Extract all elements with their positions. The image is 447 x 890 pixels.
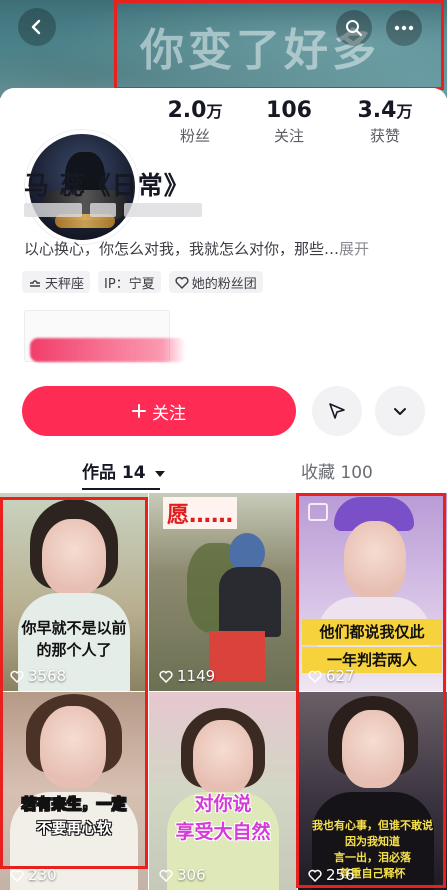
tag-ip-location: IP：宁夏 — [98, 271, 161, 293]
stat-following[interactable]: 106 关注 — [254, 98, 324, 146]
video-caption: 对你说 享受大自然 — [149, 790, 297, 846]
follow-button[interactable]: 关注 — [22, 386, 296, 436]
video-caption: 愿…… — [163, 497, 238, 529]
stat-label: 获赞 — [369, 127, 400, 145]
thumbnail-box — [209, 631, 265, 681]
bio-expand-link[interactable]: 展开 — [339, 240, 369, 258]
stat-value: 106 — [266, 98, 312, 123]
caret-down-icon — [154, 471, 165, 477]
highlight-box-right-column — [296, 493, 446, 888]
thumbnail-face — [193, 720, 253, 794]
follow-label: 关注 — [152, 403, 186, 424]
redacted-highlight — [30, 338, 186, 362]
tab-works[interactable]: 作品 14 — [82, 458, 165, 483]
profile-name: 马 蕊《日常》 — [24, 171, 190, 200]
search-icon — [346, 20, 362, 36]
tag-label: 她的粉丝团 — [191, 276, 257, 292]
more-button[interactable] — [386, 10, 422, 46]
like-count: 1149 — [159, 667, 215, 685]
like-count-value: 306 — [177, 866, 206, 884]
video-tile[interactable]: 愿…… 1149 — [149, 493, 297, 691]
stat-value: 2.0 — [167, 98, 207, 123]
stat-followers[interactable]: 2.0万 粉丝 — [160, 98, 230, 146]
plus-icon — [132, 404, 146, 418]
libra-icon — [30, 280, 40, 287]
tab-works-label: 作品 14 — [82, 463, 146, 483]
bio-text[interactable]: 以心换心，你怎么对我，我就怎么对你，那些…展开 — [24, 238, 369, 259]
bio-content: 以心换心，你怎么对我，我就怎么对你，那些… — [24, 240, 340, 258]
back-button[interactable] — [18, 8, 56, 46]
video-grid: 你早就不是以前 的那个人了 3568 愿…… 1149 他们都说我仅此 一年判若… — [0, 493, 447, 890]
heart-outline-icon — [175, 276, 189, 289]
like-count: 306 — [159, 866, 206, 884]
chevron-down-icon — [394, 408, 406, 415]
heart-outline-icon — [159, 670, 173, 683]
video-tile[interactable]: 对你说 享受大自然 306 — [149, 692, 297, 890]
share-button[interactable] — [312, 386, 362, 436]
like-count-value: 1149 — [177, 667, 216, 685]
tab-favorites[interactable]: 收藏 100 — [301, 458, 373, 483]
stat-value: 3.4 — [357, 98, 397, 123]
stat-unit: 万 — [396, 102, 413, 121]
heart-outline-icon — [10, 869, 24, 882]
stat-label: 粉丝 — [179, 127, 210, 145]
stat-likes[interactable]: 3.4万 获赞 — [348, 98, 422, 146]
send-icon — [329, 403, 345, 419]
more-dots-icon — [394, 25, 414, 31]
chevron-left-icon — [31, 19, 41, 35]
profile-tags: 天秤座 IP：宁夏 她的粉丝团 — [22, 271, 263, 293]
thumbnail-body — [219, 567, 281, 637]
stat-label: 关注 — [273, 127, 304, 145]
expand-button[interactable] — [375, 386, 425, 436]
content-tabs: 作品 14 收藏 100 — [0, 448, 447, 490]
caption-line: 享受大自然 — [175, 821, 271, 843]
stat-unit: 万 — [206, 102, 223, 121]
caption-line: 对你说 — [194, 793, 252, 815]
tag-label: IP：宁夏 — [104, 276, 155, 292]
tag-fan-club[interactable]: 她的粉丝团 — [168, 271, 263, 293]
search-button[interactable] — [336, 10, 372, 46]
tab-active-indicator — [82, 488, 160, 490]
highlight-box-left-column — [0, 497, 148, 869]
heart-outline-icon — [159, 869, 173, 882]
tag-label: 天秤座 — [45, 276, 85, 292]
account-id-redacted — [24, 203, 202, 217]
tag-zodiac: 天秤座 — [22, 271, 91, 293]
